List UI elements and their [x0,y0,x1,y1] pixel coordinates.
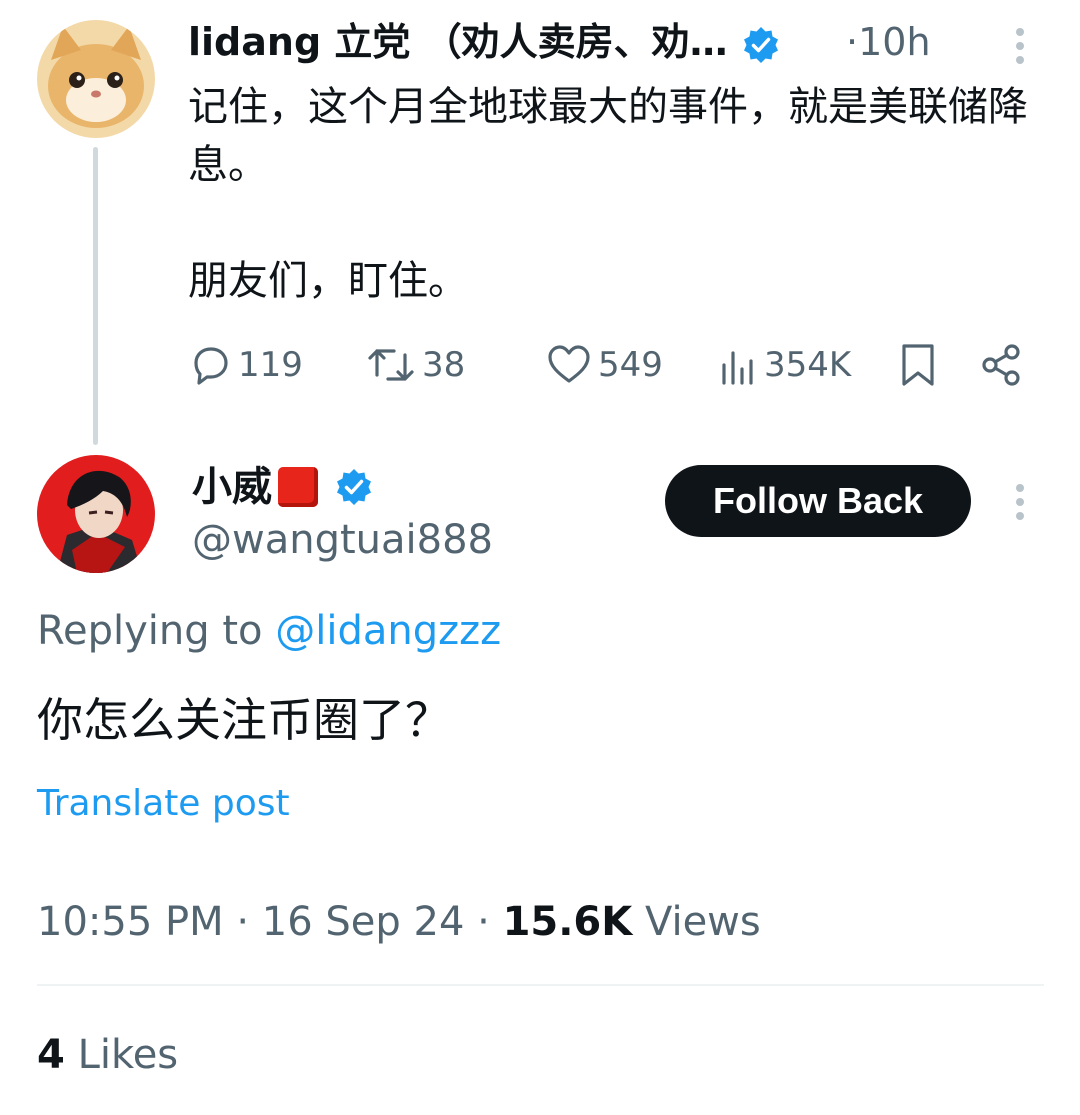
bookmark-icon [902,344,934,386]
reply-author-name[interactable]: 小威 [192,462,272,512]
verified-badge-icon [334,467,374,507]
avatar-wangtuai[interactable] [37,455,155,573]
relative-time[interactable]: 10h [858,20,930,64]
thread-connector [93,147,98,445]
separator-dot: · [236,899,250,945]
replying-handle-link[interactable]: @lidangzzz [275,608,501,654]
post-text: 记住，这个月全地球最大的事件，就是美联储降息。 朋友们，盯住。 [188,84,1028,304]
reply-text: 你怎么关注币圈了？ [37,693,451,747]
follow-back-button[interactable]: Follow Back [665,465,971,537]
post-date[interactable]: 16 Sep 24 [262,899,465,945]
heart-icon [548,345,590,383]
post-timestamp[interactable]: 10:55 PM [37,899,224,945]
reply-author-handle[interactable]: @wangtuai888 [192,515,493,565]
more-vertical-icon[interactable] [1014,484,1026,520]
author-name-row[interactable]: lidang 立党 （劝人卖房、劝… [188,18,781,66]
post-meta: 10:55 PM · 16 Sep 24 · 15.6K Views [37,896,761,948]
views-button[interactable]: 354K [718,335,851,395]
repost-count: 38 [422,345,466,385]
separator-dot: · [846,20,859,64]
reply-icon [194,347,228,385]
more-vertical-icon[interactable] [1014,28,1026,64]
repost-icon [368,349,414,381]
author-name[interactable]: lidang 立党 （劝人卖房、劝… [188,20,728,64]
like-count: 549 [598,345,663,385]
reply-button[interactable]: 119 [188,335,303,395]
avatar-lidang[interactable] [37,20,155,138]
repost-button[interactable]: 38 [366,335,465,395]
share-icon [982,344,1020,386]
reply-count: 119 [238,345,303,385]
likes-count: 4 [37,1032,65,1078]
red-square-emoji [278,467,318,507]
divider [37,984,1044,986]
views-count: 354K [764,345,852,385]
replying-label: Replying to [37,608,263,654]
likes-summary[interactable]: 4 Likes [37,1030,178,1080]
views-icon [722,351,753,385]
likes-label: Likes [77,1032,179,1078]
separator-dot: · [477,899,490,945]
verified-badge-icon [741,25,781,65]
translate-post-link[interactable]: Translate post [37,780,290,828]
views-label: Views [644,899,761,945]
bookmark-button[interactable] [898,335,938,395]
share-button[interactable] [978,335,1024,395]
replying-to: Replying to @lidangzzz [37,606,501,656]
like-button[interactable]: 549 [546,335,663,395]
reply-author-row[interactable]: 小威 [192,462,374,512]
views-count: 15.6K [502,899,633,945]
post-time[interactable]: ·10h [846,18,931,66]
action-bar: 119 38 549 354K [188,335,1048,395]
